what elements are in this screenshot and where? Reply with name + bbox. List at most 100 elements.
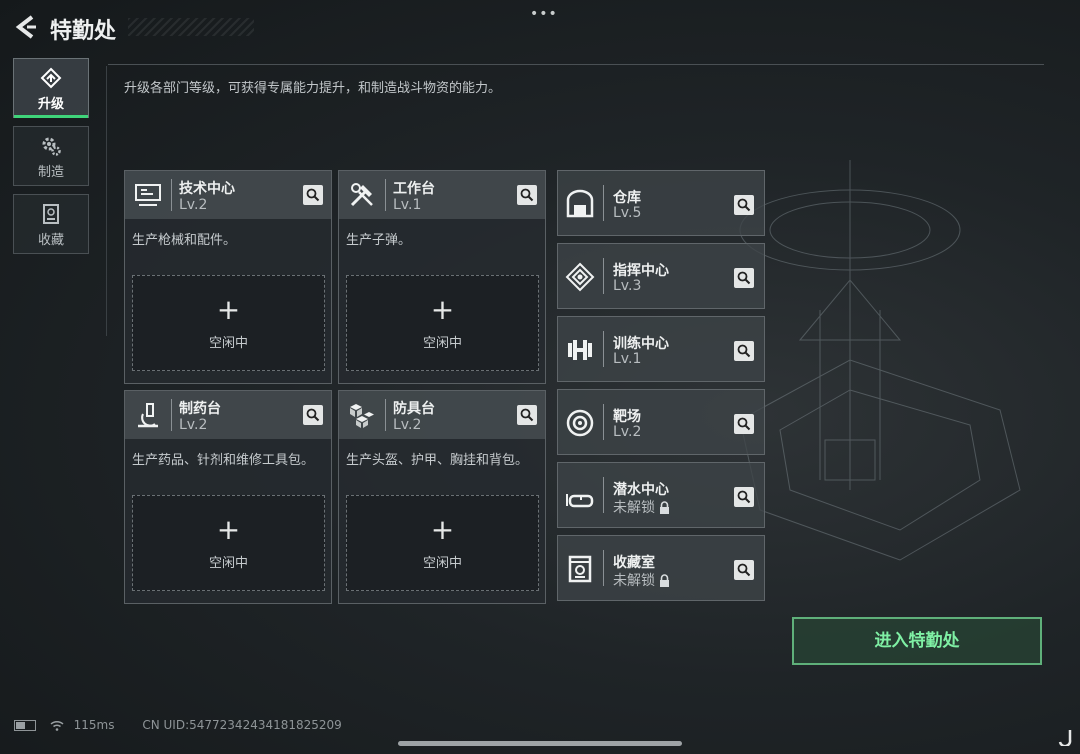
production-slot[interactable]: + 空闲中 <box>132 495 325 591</box>
workshop-card-workbench[interactable]: 工作台 Lv.1 生产子弹。 + 空闲中 <box>338 170 546 384</box>
computer-icon <box>135 184 161 206</box>
search-button[interactable] <box>734 195 754 215</box>
production-slot[interactable]: + 空闲中 <box>346 495 539 591</box>
slot-status: 空闲中 <box>422 336 462 351</box>
workshop-level: Lv.2 <box>179 197 208 213</box>
facility-training-center[interactable]: 训练中心 Lv.1 <box>557 316 765 382</box>
search-button[interactable] <box>734 341 754 361</box>
search-button[interactable] <box>734 487 754 507</box>
status-bar: 115ms CN UID:5477234243418182​5209 <box>14 718 342 732</box>
microscope-icon <box>138 403 158 428</box>
lock-icon <box>660 574 669 587</box>
page-title: 特勤处 <box>50 19 117 44</box>
search-button[interactable] <box>734 560 754 580</box>
facility-level: Lv.5 <box>613 205 642 221</box>
facility-name: 指挥中心 <box>613 263 669 279</box>
warehouse-icon <box>566 189 594 218</box>
tab-manufacture[interactable]: 制造 <box>13 126 89 186</box>
workshop-level: Lv.1 <box>393 197 422 213</box>
tab-collection[interactable]: 收藏 <box>13 194 89 254</box>
facility-warehouse[interactable]: 仓库 Lv.5 <box>557 170 765 236</box>
search-icon <box>520 408 534 422</box>
dumbbell-icon <box>568 340 592 360</box>
command-center-icon <box>565 262 595 292</box>
facility-lock-status: 未解锁 <box>613 497 670 517</box>
search-button[interactable] <box>303 405 323 425</box>
workshop-card-pharmacy[interactable]: 制药台 Lv.2 生产药品、针剂和维修工具包。 + 空闲中 <box>124 390 332 604</box>
section-description: 升级各部门等级，可获得专属能力提升，和制造战斗物资的能力。 <box>124 81 502 96</box>
back-arrow-icon[interactable] <box>14 14 38 40</box>
lock-status-text: 未解锁 <box>613 573 655 589</box>
facility-name: 仓库 <box>613 190 641 206</box>
target-icon <box>566 409 594 437</box>
slot-status: 空闲中 <box>208 556 248 571</box>
card-header: 技术中心 Lv.2 <box>125 171 331 219</box>
search-button[interactable] <box>734 414 754 434</box>
facility-diving-center[interactable]: 潜水中心 未解锁 <box>557 462 765 528</box>
facility-name: 训练中心 <box>613 336 669 352</box>
facility-separator <box>603 331 604 367</box>
facility-lock-status: 未解锁 <box>613 570 670 590</box>
search-icon <box>737 563 751 577</box>
wifi-icon <box>50 720 64 731</box>
card-header: 工作台 Lv.1 <box>339 171 545 219</box>
facility-name: 靶场 <box>613 409 641 425</box>
enter-special-ops-button[interactable]: 进入特勤处 <box>792 617 1042 665</box>
user-uid: CN UID:5477234243418182​5209 <box>142 718 342 732</box>
workshop-name: 制药台 <box>179 401 221 417</box>
header-separator <box>171 179 172 211</box>
facility-shooting-range[interactable]: 靶场 Lv.2 <box>557 389 765 455</box>
search-button[interactable] <box>517 405 537 425</box>
header-divider <box>108 64 1044 65</box>
workshop-description: 生产子弹。 <box>346 233 412 248</box>
search-button[interactable] <box>517 185 537 205</box>
home-indicator[interactable] <box>398 741 682 746</box>
collection-icon <box>43 204 59 224</box>
facility-name: 收藏室 <box>613 555 655 571</box>
facility-command-center[interactable]: 指挥中心 Lv.3 <box>557 243 765 309</box>
workshop-card-armor[interactable]: 防具台 Lv.2 生产头盔、护甲、胸挂和背包。 + 空闲中 <box>338 390 546 604</box>
search-icon <box>737 417 751 431</box>
search-icon <box>306 408 320 422</box>
workshop-name: 工作台 <box>393 181 435 197</box>
search-icon <box>737 344 751 358</box>
facility-separator <box>603 258 604 294</box>
facility-separator <box>603 477 604 513</box>
armor-boxes-icon <box>350 404 374 428</box>
workshop-level: Lv.2 <box>179 417 208 433</box>
facility-separator <box>603 404 604 440</box>
workshop-description: 生产药品、针剂和维修工具包。 <box>132 453 315 468</box>
production-slot[interactable]: + 空闲中 <box>132 275 325 371</box>
facility-level: Lv.2 <box>613 424 642 440</box>
workshop-description: 生产枪械和配件。 <box>132 233 237 248</box>
workshop-card-tech-center[interactable]: 技术中心 Lv.2 生产枪械和配件。 + 空闲中 <box>124 170 332 384</box>
workshop-description: 生产头盔、护甲、胸挂和背包。 <box>346 453 529 468</box>
search-icon <box>306 188 320 202</box>
sidebar-divider <box>106 66 107 336</box>
workshop-name: 防具台 <box>393 401 435 417</box>
tab-upgrade[interactable]: 升级 <box>13 58 89 118</box>
slot-status: 空闲中 <box>422 556 462 571</box>
search-button[interactable] <box>303 185 323 205</box>
gear-icon <box>42 137 61 156</box>
lock-status-text: 未解锁 <box>613 500 655 516</box>
header-separator <box>385 179 386 211</box>
title-stripe-decoration <box>128 18 254 36</box>
search-icon <box>737 198 751 212</box>
diving-mask-icon <box>566 494 594 508</box>
card-header: 制药台 Lv.2 <box>125 391 331 439</box>
search-button[interactable] <box>734 268 754 288</box>
facility-collection-room[interactable]: 收藏室 未解锁 <box>557 535 765 601</box>
add-icon: + <box>430 293 455 326</box>
header-separator <box>385 399 386 431</box>
corner-action-icon[interactable] <box>1056 728 1074 746</box>
facility-separator <box>603 185 604 221</box>
menu-dots[interactable]: ••• <box>530 6 558 22</box>
search-icon <box>737 271 751 285</box>
add-icon: + <box>216 293 241 326</box>
facility-level: Lv.1 <box>613 351 642 367</box>
lock-icon <box>660 501 669 514</box>
facility-separator <box>603 550 604 586</box>
production-slot[interactable]: + 空闲中 <box>346 275 539 371</box>
search-icon <box>737 490 751 504</box>
